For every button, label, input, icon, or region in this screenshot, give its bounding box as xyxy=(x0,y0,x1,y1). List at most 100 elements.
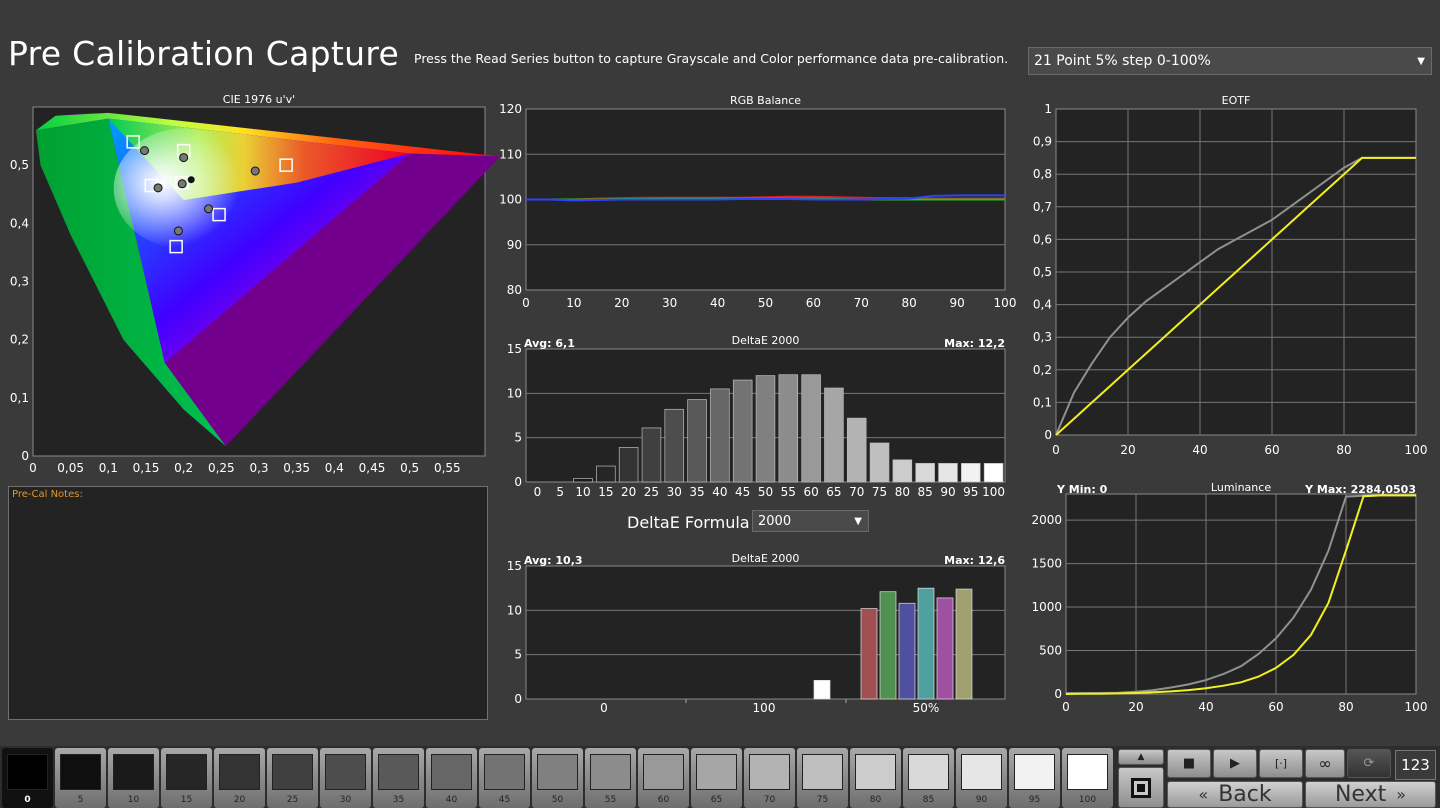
x-tick-label: 80 xyxy=(1338,700,1353,714)
swatch-button[interactable]: 0 xyxy=(2,748,53,808)
deltae-formula-select[interactable]: 2000 ▼ xyxy=(752,510,869,532)
color-deltae-bar xyxy=(936,597,954,700)
swatch-color xyxy=(272,754,313,790)
category-label: 95 xyxy=(963,485,978,499)
category-label: 15 xyxy=(598,485,613,499)
stop-read-button[interactable] xyxy=(1118,767,1164,808)
x-tick-label: 50 xyxy=(758,296,773,310)
category-label: 75 xyxy=(872,485,887,499)
y-max-label: Y Max: 2284,0503 xyxy=(1304,483,1416,496)
swatch-label: 80 xyxy=(869,795,882,805)
swatch-color xyxy=(7,754,48,790)
swatch-label: 20 xyxy=(233,795,246,805)
x-tick-label: 60 xyxy=(1264,443,1279,457)
swatch-label: 55 xyxy=(604,795,617,805)
measured-point xyxy=(177,179,187,189)
y-tick-label: 0,4 xyxy=(1033,298,1052,312)
swatch-button[interactable]: 70 xyxy=(744,748,795,808)
swatch-button[interactable]: 55 xyxy=(585,748,636,808)
swatch-button[interactable]: 50 xyxy=(532,748,583,808)
swatch-button[interactable]: 85 xyxy=(903,748,954,808)
max-label: Max: 12,6 xyxy=(944,554,1005,567)
y-tick-label: 0,9 xyxy=(1033,135,1052,149)
eotf-title: EOTF xyxy=(1222,94,1251,107)
x-tick-label: 0 xyxy=(1062,700,1070,714)
measured-point xyxy=(179,153,189,163)
deltae-bar xyxy=(846,417,867,483)
x-tick-label: 0,35 xyxy=(283,461,310,475)
y-tick-label: 1000 xyxy=(1031,600,1062,614)
swatch-button[interactable]: 75 xyxy=(797,748,848,808)
group-label: 100 xyxy=(753,701,776,715)
deltae-bar xyxy=(869,442,890,483)
deltae-formula-label: DeltaE Formula xyxy=(627,513,750,532)
y-tick-label: 0 xyxy=(21,449,29,463)
swatch-label: 70 xyxy=(763,795,776,805)
category-label: 60 xyxy=(803,485,818,499)
scroll-up-button[interactable]: ▲ xyxy=(1118,749,1164,765)
refresh-button[interactable]: ⟳ xyxy=(1347,749,1391,778)
swatch-button[interactable]: 10 xyxy=(108,748,159,808)
x-tick-label: 20 xyxy=(614,296,629,310)
y-tick-label: 0 xyxy=(1044,428,1052,442)
swatch-button[interactable]: 80 xyxy=(850,748,901,808)
x-tick-label: 20 xyxy=(1128,700,1143,714)
stop-button[interactable]: ■ xyxy=(1167,749,1211,778)
y-tick-label: 0,7 xyxy=(1033,200,1052,214)
bracket-icon: [·] xyxy=(1274,757,1288,770)
avg-label: Avg: 6,1 xyxy=(524,337,575,350)
deltae-bar xyxy=(778,374,799,483)
group-label: 50% xyxy=(913,701,940,715)
swatch-button[interactable]: 65 xyxy=(691,748,742,808)
rgb-balance-chart: RGB Balance 80 90 100 110 120 0 10 20 30 40 50 60 70 8… xyxy=(499,94,1016,310)
x-tick-label: 0,3 xyxy=(249,461,268,475)
category-label: 25 xyxy=(644,485,659,499)
double-chevron-left-icon: « xyxy=(1198,785,1209,804)
infinity-icon: ∞ xyxy=(1318,754,1332,773)
notes-panel[interactable]: Pre-Cal Notes: xyxy=(8,486,488,720)
x-tick-label: 80 xyxy=(1336,443,1351,457)
swatch-label: 30 xyxy=(339,795,352,805)
play-icon: ▶ xyxy=(1230,756,1240,771)
deltae-bar xyxy=(824,387,844,483)
luminance-chart: 0500100015002000LuminanceY Min: 0Y Max: … xyxy=(1031,481,1427,714)
swatch-button[interactable]: 35 xyxy=(373,748,424,808)
category-label: 50 xyxy=(758,485,773,499)
swatch-button[interactable]: 45 xyxy=(479,748,530,808)
swatch-color xyxy=(166,754,207,790)
measured-point xyxy=(204,204,214,214)
swatch-button[interactable]: 40 xyxy=(426,748,477,808)
swatch-button[interactable]: 25 xyxy=(267,748,318,808)
continuous-button[interactable]: ∞ xyxy=(1305,749,1345,778)
swatch-button[interactable]: 90 xyxy=(956,748,1007,808)
swatch-label: 35 xyxy=(392,795,405,805)
deltae-bar xyxy=(664,408,685,483)
swatch-button[interactable]: 95 xyxy=(1009,748,1060,808)
deltae-bar xyxy=(938,463,958,483)
y-tick-label: 500 xyxy=(1039,644,1062,658)
x-tick-label: 0,05 xyxy=(57,461,84,475)
swatch-button[interactable]: 100 xyxy=(1062,748,1113,808)
swatch-label: 85 xyxy=(922,795,935,805)
read-series-button[interactable]: [·] xyxy=(1259,749,1303,778)
swatch-button[interactable]: 30 xyxy=(320,748,371,808)
x-tick-label: 0,55 xyxy=(434,461,461,475)
category-label: 80 xyxy=(895,485,910,499)
back-button[interactable]: « Back xyxy=(1167,781,1303,808)
swatch-button[interactable]: 20 xyxy=(214,748,265,808)
swatch-color xyxy=(908,754,949,790)
notes-label: Pre-Cal Notes: xyxy=(12,489,83,500)
next-button[interactable]: Next » xyxy=(1305,781,1436,808)
deltae-bar xyxy=(801,374,821,483)
deltae-bar xyxy=(641,427,662,483)
swatch-button[interactable]: 5 xyxy=(55,748,106,808)
x-tick-label: 60 xyxy=(806,296,821,310)
white-point-marker xyxy=(187,176,195,184)
deltae-bar xyxy=(573,478,593,483)
deltae-bar xyxy=(687,399,707,483)
swatch-label: 95 xyxy=(1028,795,1041,805)
swatch-button[interactable]: 15 xyxy=(161,748,212,808)
swatch-button[interactable]: 60 xyxy=(638,748,689,808)
color-deltae-chart: DeltaE 2000 Avg: 10,3 Max: 12,6 0 5 10 15 0 100 5… xyxy=(507,552,1006,715)
play-button[interactable]: ▶ xyxy=(1213,749,1257,778)
